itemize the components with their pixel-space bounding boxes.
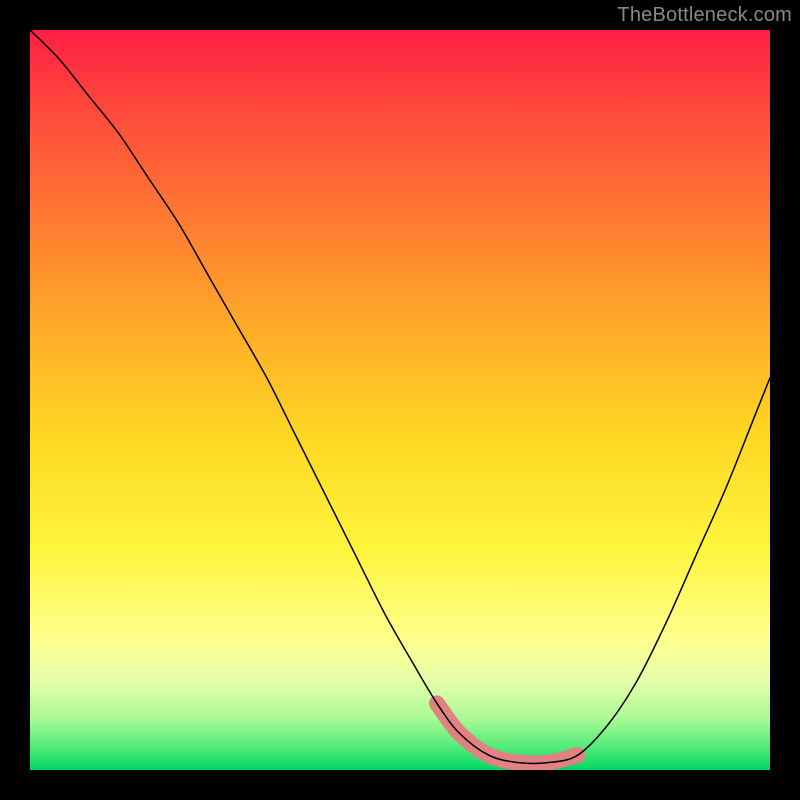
chart-frame: TheBottleneck.com (0, 0, 800, 800)
watermark-text: TheBottleneck.com (617, 4, 792, 27)
plot-background-gradient (30, 30, 770, 770)
plot-svg (30, 30, 770, 770)
bottleneck-curve (30, 30, 770, 764)
curve-highlight-segment (437, 703, 578, 763)
